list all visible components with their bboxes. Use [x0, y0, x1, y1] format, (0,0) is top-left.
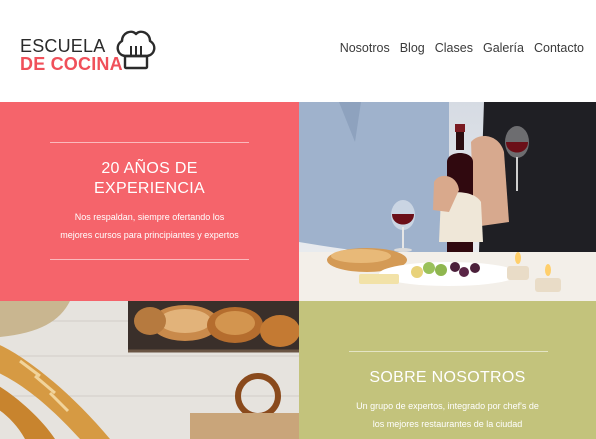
wine-dinner-photo	[299, 102, 596, 301]
about-divider	[349, 351, 548, 352]
experience-title-line2: EXPERIENCIA	[94, 180, 205, 197]
logo[interactable]: ESCUELA DE COCINA	[20, 26, 160, 74]
bread-photo	[0, 301, 299, 439]
nav-clases[interactable]: Clases	[435, 41, 473, 55]
nav-contacto[interactable]: Contacto	[534, 41, 584, 55]
experience-text-line1: Nos respaldan, siempre ofertando los	[74, 212, 225, 222]
chef-hat-icon	[116, 30, 156, 70]
about-panel: SOBRE NOSOTROS Un grupo de expertos, int…	[299, 301, 596, 439]
experience-panel: 20 AÑOS DE EXPERIENCIA Nos respaldan, si…	[0, 102, 299, 301]
about-text-line1: Un grupo de expertos, integrado por chef…	[356, 401, 539, 411]
about-text-line2: los mejores restaurantes de la ciudad	[372, 419, 523, 429]
logo-line2: DE COCINA	[20, 54, 123, 74]
nav-galeria[interactable]: Galería	[483, 41, 524, 55]
main-nav: Nosotros Blog Clases Galería Contacto	[340, 41, 584, 55]
experience-title-line1: 20 AÑOS DE	[101, 160, 198, 177]
divider-top	[50, 142, 249, 143]
wine-dinner-illustration	[299, 102, 596, 301]
bread-illustration	[0, 301, 299, 439]
site-header: ESCUELA DE COCINA Nosotros Blog Clases G…	[0, 0, 596, 102]
experience-text-line2: mejores cursos para principiantes y expe…	[60, 230, 239, 240]
about-title: SOBRE NOSOTROS	[369, 369, 526, 386]
nav-nosotros[interactable]: Nosotros	[340, 41, 390, 55]
divider-bottom	[50, 259, 249, 260]
nav-blog[interactable]: Blog	[400, 41, 425, 55]
